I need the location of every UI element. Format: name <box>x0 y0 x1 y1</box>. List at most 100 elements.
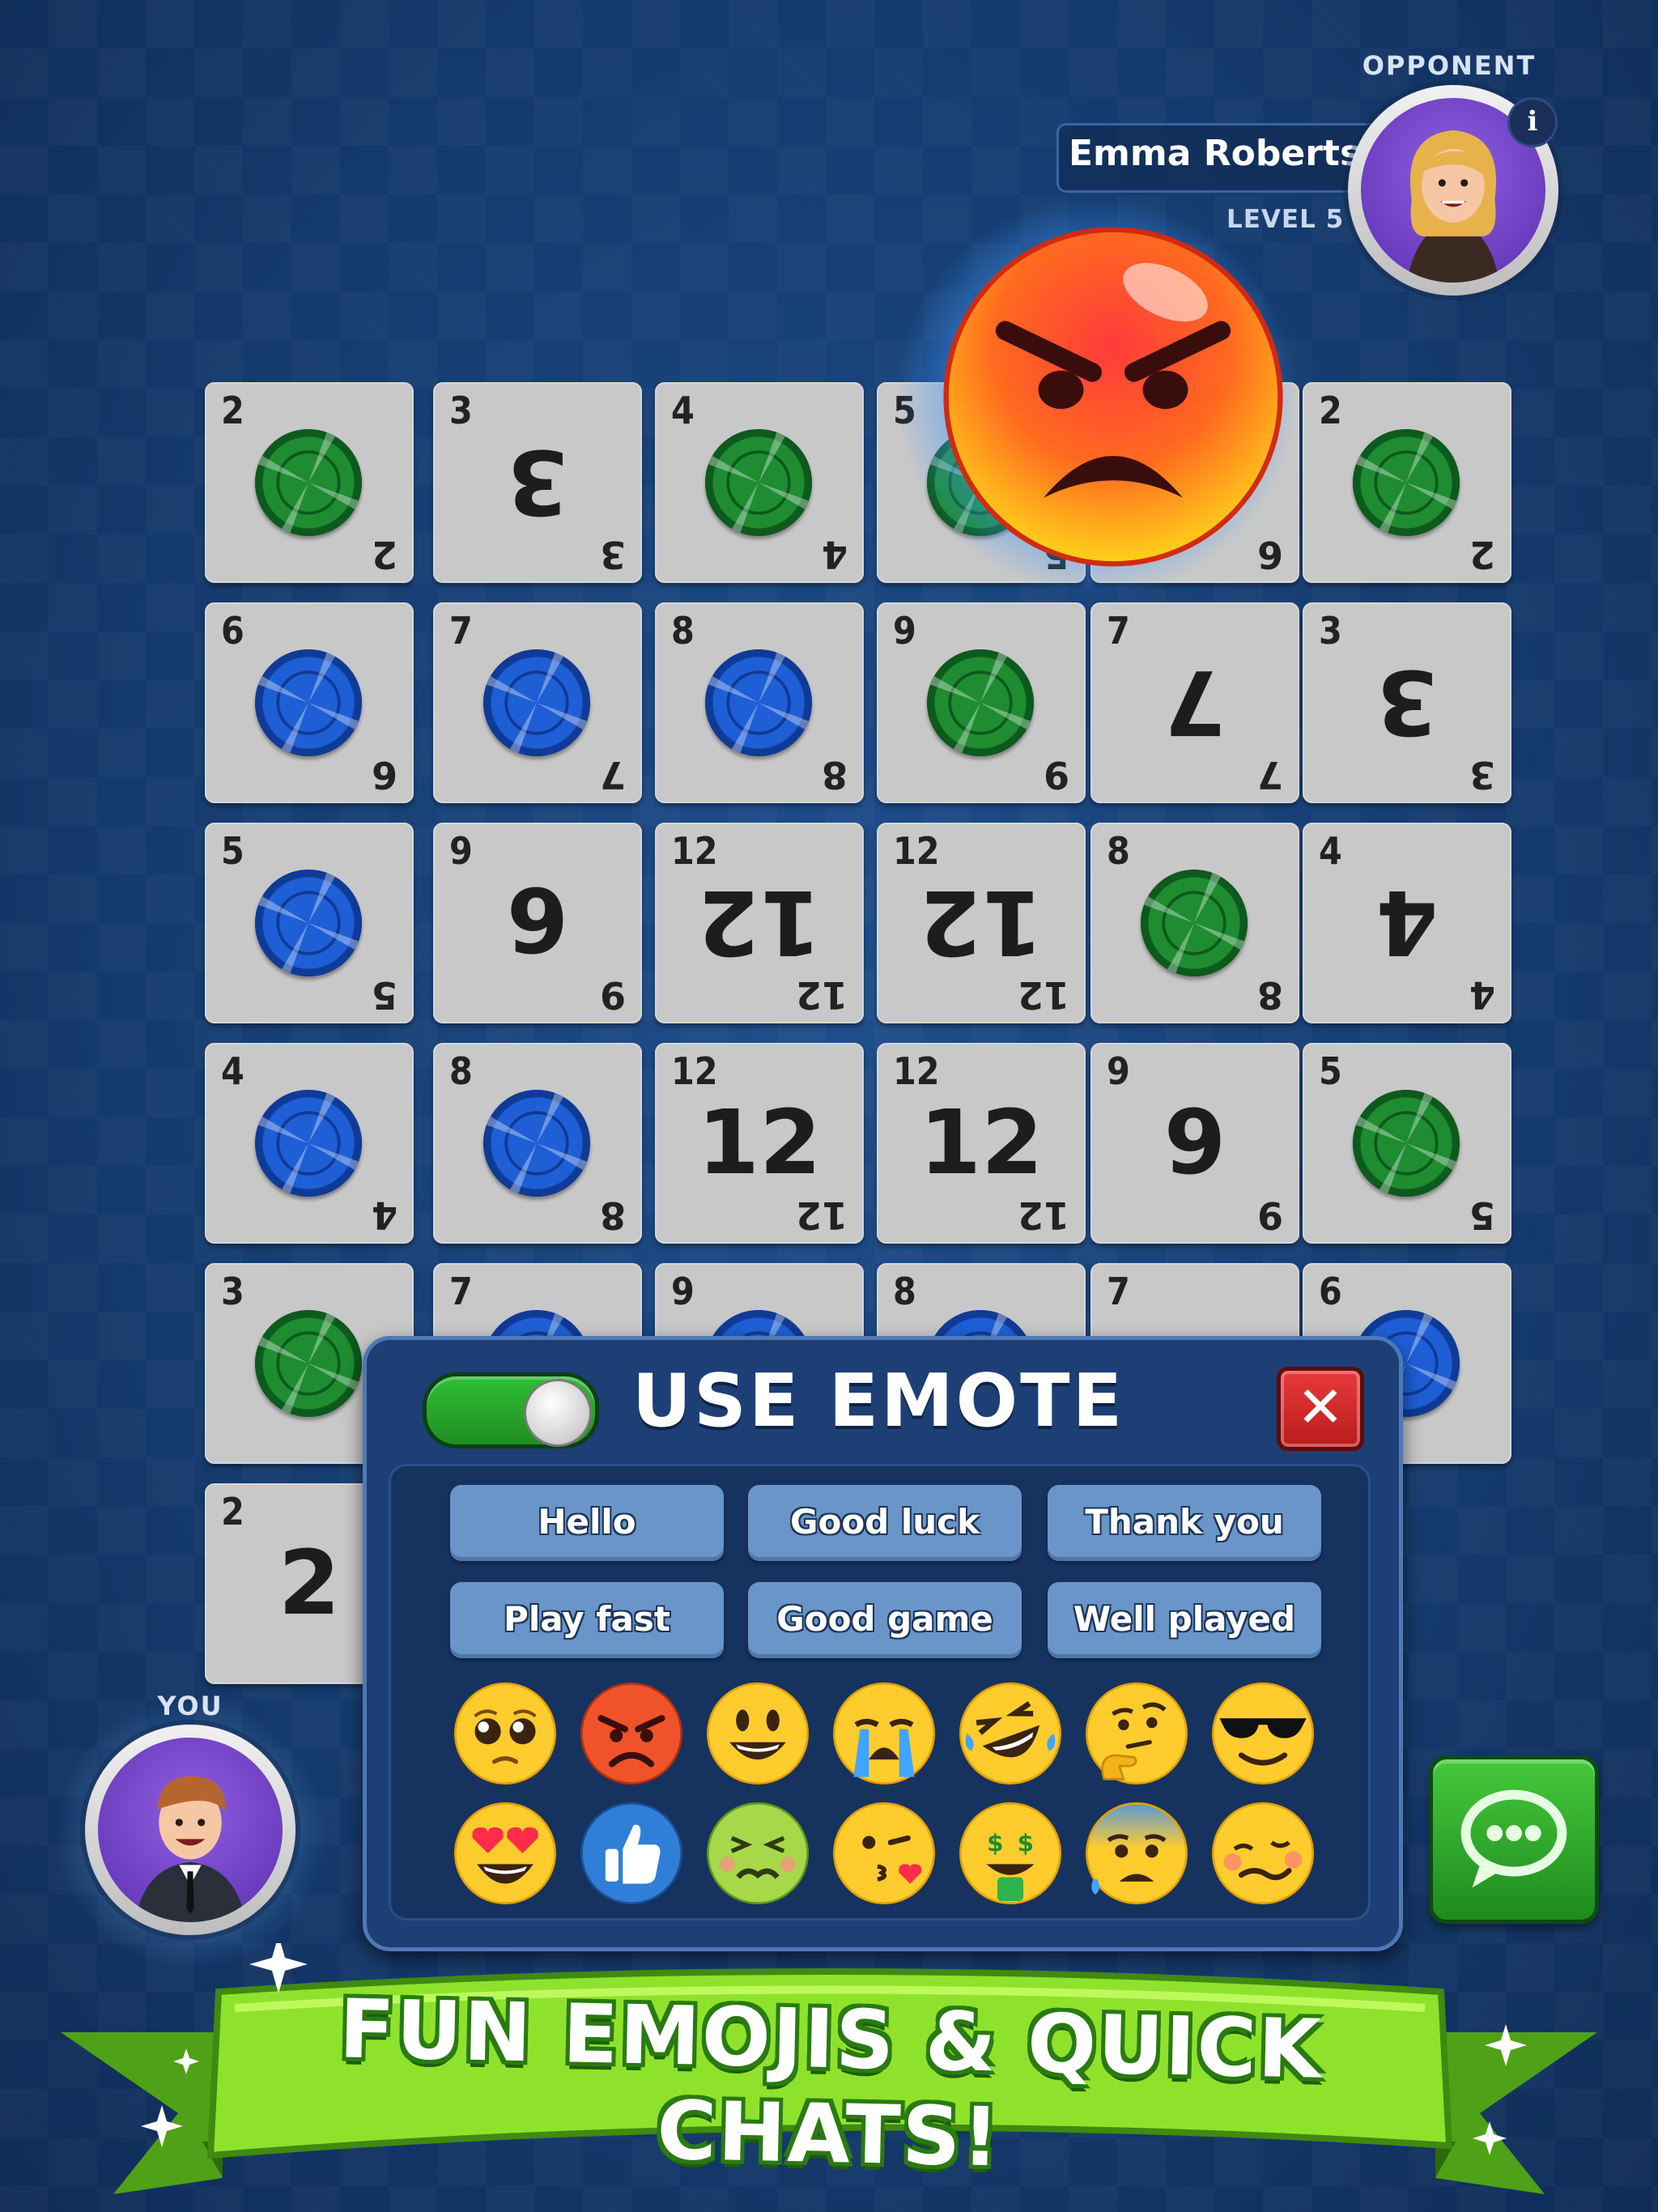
card-corner-number-rotated: 8 <box>599 1193 626 1237</box>
board-card[interactable]: 55 <box>1303 1043 1511 1244</box>
board-card[interactable]: 99 <box>877 602 1086 803</box>
card-corner-number: 2 <box>221 1490 244 1534</box>
card-corner-number-rotated: 5 <box>371 973 397 1017</box>
svg-text:$: $ <box>1018 1829 1035 1857</box>
card-corner-number-rotated: 5 <box>1469 1193 1495 1237</box>
card-corner-number-rotated: 4 <box>821 533 848 576</box>
card-corner-number: 6 <box>1319 1270 1342 1313</box>
board-card[interactable]: 444 <box>1303 823 1511 1023</box>
smiling-face-icon[interactable] <box>704 1679 812 1788</box>
board-card[interactable]: 88 <box>433 1043 642 1244</box>
card-corner-number-rotated: 2 <box>1469 533 1495 576</box>
card-corner-number-rotated: 3 <box>1469 753 1495 797</box>
board-card[interactable]: 12 12 12 <box>877 1043 1086 1244</box>
woozy-face-icon[interactable] <box>1209 1799 1317 1908</box>
board-card[interactable]: 44 <box>655 382 864 583</box>
card-center-number: 9 <box>1163 1091 1226 1194</box>
card-corner-number: 3 <box>221 1270 244 1313</box>
blue-chip-icon <box>483 649 590 756</box>
card-corner-number-rotated: 9 <box>1043 753 1069 797</box>
card-corner-number-rotated: 3 <box>599 533 626 576</box>
card-corner-number: 12 <box>893 1049 940 1093</box>
card-corner-number: 9 <box>671 1270 695 1313</box>
opponent-label: OPPONENT <box>1362 50 1537 81</box>
board-card[interactable]: 999 <box>433 823 642 1023</box>
card-corner-number: 8 <box>449 1049 473 1093</box>
board-card[interactable]: 22 <box>1303 382 1511 583</box>
quick-chat-thank-you[interactable]: Thank you <box>1048 1485 1321 1561</box>
board-card[interactable]: 333 <box>433 382 642 583</box>
thumbs-up-icon[interactable] <box>577 1799 686 1908</box>
rofl-face-icon[interactable] <box>956 1679 1065 1788</box>
speech-bubble-icon <box>1460 1789 1567 1888</box>
board-card[interactable]: 55 <box>205 823 414 1023</box>
money-mouth-face-icon[interactable]: $ $ <box>956 1799 1065 1908</box>
card-corner-number-rotated: 2 <box>371 533 397 576</box>
quick-chat-good-game[interactable]: Good game <box>748 1582 1022 1658</box>
green-chip-icon <box>705 429 812 536</box>
card-center-number: 3 <box>506 430 569 534</box>
card-corner-number-rotated: 4 <box>1469 973 1495 1017</box>
board-card[interactable]: 333 <box>1303 602 1511 803</box>
card-corner-number: 9 <box>1107 1049 1130 1093</box>
panel-title: USE EMOTE <box>631 1359 1125 1444</box>
board-card[interactable]: 22 <box>205 382 414 583</box>
quick-chat-good-luck[interactable]: Good luck <box>748 1485 1022 1561</box>
sunglasses-face-icon[interactable] <box>1209 1679 1317 1788</box>
card-corner-number: 4 <box>671 389 695 432</box>
card-corner-number-rotated: 9 <box>1256 1193 1283 1237</box>
card-corner-number-rotated: 8 <box>821 753 848 797</box>
card-center-number: 12 <box>919 1091 1044 1194</box>
card-corner-number: 9 <box>449 829 473 873</box>
card-center-number: 7 <box>1163 650 1226 754</box>
green-chip-icon <box>1353 1090 1460 1197</box>
card-corner-number: 4 <box>221 1049 244 1093</box>
board-card[interactable]: 88 <box>655 602 864 803</box>
close-button[interactable]: ✕ <box>1277 1367 1364 1451</box>
board-card[interactable]: 88 <box>1090 823 1299 1023</box>
chat-button[interactable] <box>1429 1755 1599 1924</box>
card-corner-number: 8 <box>671 609 695 653</box>
board-card[interactable]: 12 12 12 <box>655 823 864 1023</box>
board-card[interactable]: 77 <box>433 602 642 803</box>
card-center-number: 12 <box>697 1091 822 1194</box>
card-center-number: 3 <box>1375 650 1439 754</box>
heart-eyes-face-icon[interactable] <box>451 1799 559 1908</box>
board-card[interactable]: 999 <box>1090 1043 1299 1244</box>
board-card[interactable]: 777 <box>1090 602 1299 803</box>
opponent-name: Emma Roberts <box>1069 133 1362 174</box>
card-center-number: 9 <box>506 870 569 974</box>
blue-chip-icon <box>255 870 362 976</box>
quick-chat-play-fast[interactable]: Play fast <box>450 1582 724 1658</box>
card-corner-number: 5 <box>221 829 244 873</box>
card-corner-number-rotated: 12 <box>795 973 848 1017</box>
nauseated-face-icon[interactable] <box>704 1799 812 1908</box>
card-corner-number: 7 <box>1107 1270 1130 1313</box>
green-chip-icon <box>255 1310 362 1417</box>
blue-chip-icon <box>255 1090 362 1197</box>
quick-chat-well-played[interactable]: Well played <box>1048 1582 1321 1658</box>
you-label: YOU <box>157 1691 223 1721</box>
quick-chat-hello[interactable]: Hello <box>450 1485 724 1561</box>
thinking-face-icon[interactable] <box>1082 1679 1191 1788</box>
card-corner-number: 8 <box>1107 829 1130 873</box>
card-corner-number-rotated: 12 <box>795 1193 848 1237</box>
emote-toggle[interactable] <box>423 1372 599 1448</box>
board-card[interactable]: 66 <box>205 602 414 803</box>
anxious-sweat-face-icon[interactable] <box>1082 1799 1191 1908</box>
angry-face-small-icon[interactable] <box>577 1679 686 1788</box>
info-icon[interactable]: i <box>1507 97 1558 147</box>
card-corner-number: 12 <box>893 829 940 873</box>
board-card[interactable]: 12 12 12 <box>655 1043 864 1244</box>
card-corner-number-rotated: 8 <box>1256 973 1283 1017</box>
board-card[interactable]: 12 12 12 <box>877 823 1086 1023</box>
board-card[interactable]: 44 <box>205 1043 414 1244</box>
card-corner-number: 9 <box>893 609 916 653</box>
card-corner-number-rotated: 6 <box>371 753 397 797</box>
crying-face-icon[interactable] <box>830 1679 938 1788</box>
card-corner-number: 6 <box>221 609 244 653</box>
pleading-face-icon[interactable] <box>451 1679 559 1788</box>
player-avatar[interactable] <box>85 1725 295 1935</box>
kissing-heart-face-icon[interactable] <box>830 1799 938 1908</box>
card-center-number: 4 <box>1375 870 1439 974</box>
